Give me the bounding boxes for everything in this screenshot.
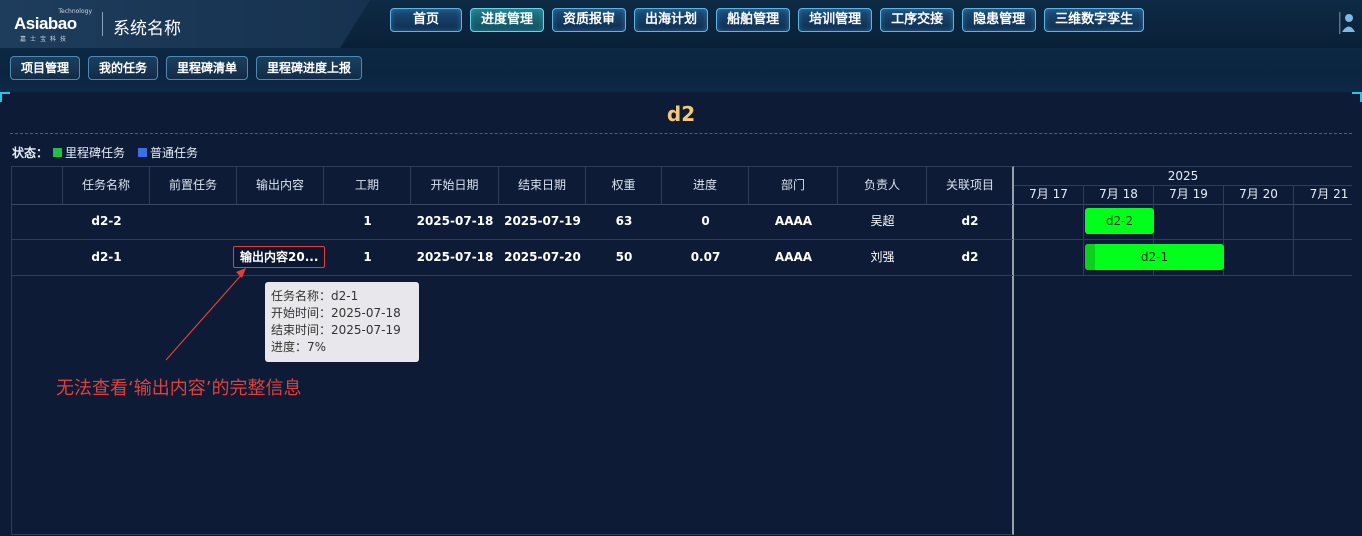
cell-progress: 0 bbox=[701, 214, 710, 228]
col-header-progress[interactable]: 进度 bbox=[662, 167, 749, 204]
nav-ship[interactable]: 船舶管理 bbox=[716, 8, 791, 32]
cell-project: d2 bbox=[961, 250, 979, 264]
tooltip-line: 任务名称：d2-1 bbox=[271, 289, 359, 303]
cell-task-name: d2-2 bbox=[91, 214, 122, 228]
col-header-blank bbox=[12, 167, 63, 204]
nav-sea-plan[interactable]: 出海计划 bbox=[634, 8, 709, 32]
grid-header: 任务名称 前置任务 输出内容 工期 开始日期 结束日期 权重 进度 部门 负责人… bbox=[12, 167, 1013, 205]
subnav-milestone-list[interactable]: 里程碑清单 bbox=[166, 56, 249, 80]
subnav-milestone-report[interactable]: 里程碑进度上报 bbox=[256, 56, 363, 80]
cell-end: 2025-07-20 bbox=[504, 250, 581, 264]
legend-swatch-milestone bbox=[53, 148, 63, 157]
cell-start: 2025-07-18 bbox=[416, 214, 494, 228]
cell-duration: 1 bbox=[363, 250, 372, 264]
gantt-days: 7月 17 7月 18 7月 19 7月 20 7月 21 bbox=[1014, 185, 1352, 205]
legend-label: 状态： bbox=[12, 146, 49, 160]
sub-nav: 项目管理 我的任务 里程碑清单 里程碑进度上报 bbox=[10, 56, 363, 80]
gantt-day: 7月 17 bbox=[1014, 185, 1084, 204]
col-header-pre-task[interactable]: 前置任务 bbox=[150, 167, 237, 204]
legend-normal: 普通任务 bbox=[150, 146, 199, 160]
cell-start: 2025-07-18 bbox=[416, 250, 494, 264]
main-nav: 首页 进度管理 资质报审 出海计划 船舶管理 培训管理 工序交接 隐患管理 三维… bbox=[390, 8, 1145, 32]
gantt-year: 2025 bbox=[1014, 167, 1352, 186]
page-title: d2 bbox=[666, 102, 696, 126]
system-name: 系统名称 bbox=[113, 19, 181, 39]
nav-handover[interactable]: 工序交接 bbox=[880, 8, 955, 32]
gantt-bar-label: d2-2 bbox=[1105, 214, 1134, 228]
output-content-truncated[interactable]: 输出内容20... bbox=[233, 246, 326, 268]
legend-milestone: 里程碑任务 bbox=[65, 146, 126, 160]
gantt-bar-label: d2-1 bbox=[1140, 250, 1169, 264]
gantt-bar[interactable]: d2-2 bbox=[1085, 208, 1154, 234]
nav-hazard[interactable]: 隐患管理 bbox=[962, 8, 1037, 32]
tooltip-line: 进度：7% bbox=[271, 340, 327, 354]
col-header-output[interactable]: 输出内容 bbox=[237, 167, 324, 204]
brand-divider bbox=[102, 12, 103, 36]
cell-project: d2 bbox=[961, 214, 979, 228]
col-header-start[interactable]: 开始日期 bbox=[411, 167, 499, 204]
task-tooltip: 任务名称：d2-1 开始时间：2025-07-18 结束时间：2025-07-1… bbox=[265, 282, 419, 362]
subnav-my-tasks[interactable]: 我的任务 bbox=[88, 56, 159, 80]
content-panel: d2 状态： 里程碑任务 普通任务 任务名称 前置任务 输出内容 工期 开始日期… bbox=[0, 92, 1362, 535]
nav-progress[interactable]: 进度管理 bbox=[470, 8, 545, 32]
cell-duration: 1 bbox=[363, 214, 372, 228]
gantt-day: 7月 21 bbox=[1309, 187, 1349, 201]
cell-task-name: d2-1 bbox=[91, 250, 122, 264]
col-header-weight[interactable]: 权重 bbox=[586, 167, 662, 204]
col-header-end[interactable]: 结束日期 bbox=[499, 167, 586, 204]
nav-training[interactable]: 培训管理 bbox=[798, 8, 873, 32]
gantt-bar[interactable]: d2-1 bbox=[1085, 244, 1224, 270]
cell-dept: AAAA bbox=[774, 250, 813, 264]
col-header-task-name[interactable]: 任务名称 bbox=[63, 167, 150, 204]
nav-home[interactable]: 首页 bbox=[390, 8, 463, 32]
subnav-project-management[interactable]: 项目管理 bbox=[10, 56, 81, 80]
title-divider bbox=[10, 133, 1352, 134]
legend-swatch-normal bbox=[138, 148, 148, 157]
col-header-owner[interactable]: 负责人 bbox=[838, 167, 927, 204]
gantt-day: 7月 19 bbox=[1154, 185, 1224, 204]
gantt-chart: 2025 7月 17 7月 18 7月 19 7月 20 7月 21 d2-2 … bbox=[1014, 166, 1352, 536]
nav-qualification[interactable]: 资质报审 bbox=[552, 8, 627, 32]
col-header-dept[interactable]: 部门 bbox=[749, 167, 838, 204]
col-header-duration[interactable]: 工期 bbox=[324, 167, 411, 204]
task-grid: 任务名称 前置任务 输出内容 工期 开始日期 结束日期 权重 进度 部门 负责人… bbox=[11, 166, 1014, 535]
col-header-project[interactable]: 关联项目 bbox=[927, 167, 1013, 204]
cell-pre-task bbox=[150, 240, 237, 275]
cell-dept: AAAA bbox=[774, 214, 813, 228]
gantt-day: 7月 20 bbox=[1224, 185, 1294, 204]
company-logo: Technology Asiabao 嘉士宝科技 bbox=[14, 8, 92, 43]
cell-owner: 刘强 bbox=[870, 250, 895, 264]
tooltip-line: 开始时间：2025-07-18 bbox=[271, 306, 401, 320]
status-legend: 状态： 里程碑任务 普通任务 bbox=[12, 144, 208, 161]
panel-corner bbox=[1352, 92, 1362, 102]
gantt-row bbox=[1014, 204, 1352, 240]
sub-bar: 项目管理 我的任务 里程碑清单 里程碑进度上报 bbox=[0, 48, 1362, 92]
cell-weight: 63 bbox=[615, 214, 633, 228]
tooltip-line: 结束时间：2025-07-19 bbox=[271, 323, 401, 337]
nav-digital-twin[interactable]: 三维数字孪生 bbox=[1044, 8, 1145, 32]
cell-progress: 0.07 bbox=[690, 250, 721, 264]
cell-weight: 50 bbox=[615, 250, 633, 264]
annotation-text: 无法查看‘输出内容’的完整信息 bbox=[56, 378, 302, 399]
table-row[interactable]: d2-1 输出内容20... 1 2025-07-18 2025-07-20 5… bbox=[12, 240, 1013, 276]
gantt-bar-progress bbox=[1085, 244, 1095, 270]
panel-corner bbox=[0, 92, 10, 102]
gantt-day: 7月 18 bbox=[1084, 185, 1154, 204]
cell-end: 2025-07-19 bbox=[504, 214, 581, 228]
cell-output bbox=[237, 204, 324, 239]
user-icon[interactable] bbox=[1338, 12, 1356, 34]
top-bar: Technology Asiabao 嘉士宝科技 系统名称 首页 进度管理 资质… bbox=[0, 0, 1362, 48]
cell-owner: 吴超 bbox=[870, 214, 895, 228]
brand-panel: Technology Asiabao 嘉士宝科技 系统名称 bbox=[0, 0, 370, 48]
table-row[interactable]: d2-2 1 2025-07-18 2025-07-19 63 0 AAAA 吴… bbox=[12, 204, 1013, 240]
cell-pre-task bbox=[150, 204, 237, 239]
